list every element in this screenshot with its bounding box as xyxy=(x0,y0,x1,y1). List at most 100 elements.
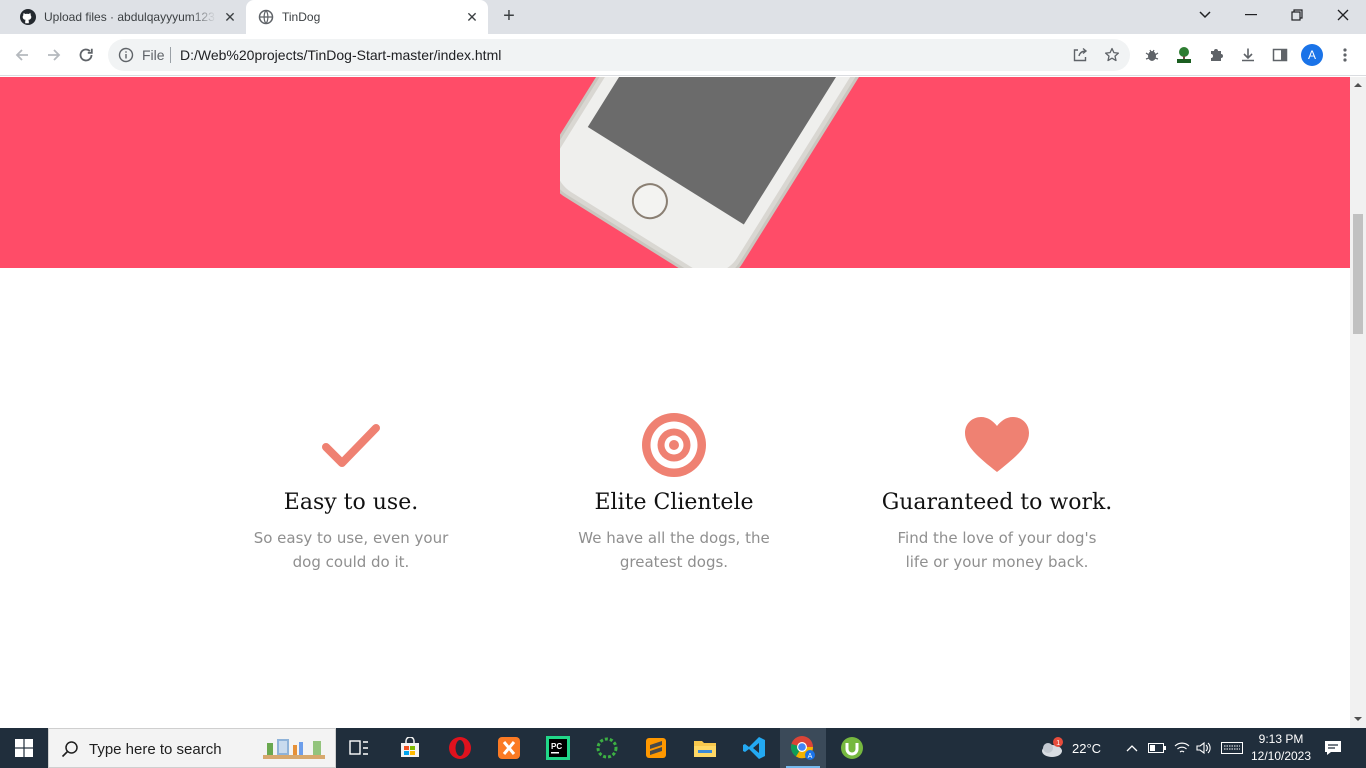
feature-description: Find the love of your dog's life or your… xyxy=(897,529,1097,572)
divider xyxy=(170,47,171,63)
utorrent-app[interactable] xyxy=(829,728,875,768)
reload-icon xyxy=(79,48,93,62)
share-icon[interactable] xyxy=(1072,47,1088,63)
download-icon[interactable] xyxy=(1238,45,1258,65)
svg-text:A: A xyxy=(808,753,813,760)
wifi-icon xyxy=(1174,742,1190,753)
taskbar: Type here to search PC A 1 22°C 9:13 PM … xyxy=(0,728,1366,768)
close-tab-icon[interactable]: ✕ xyxy=(464,9,480,25)
reload-button[interactable] xyxy=(74,43,98,67)
bug-extension-icon[interactable] xyxy=(1142,45,1162,65)
keyboard-icon xyxy=(1221,742,1243,754)
bookmark-star-icon[interactable] xyxy=(1104,47,1120,63)
speaker-icon xyxy=(1196,741,1211,755)
tab-title: TinDog xyxy=(282,10,321,24)
feature-easy-to-use: Easy to use. So easy to use, even your d… xyxy=(221,410,481,574)
search-icon xyxy=(61,741,78,758)
pycharm-icon: PC xyxy=(546,736,570,760)
menu-kebab-icon[interactable] xyxy=(1335,45,1355,65)
svg-text:PC: PC xyxy=(551,742,562,751)
utorrent-icon xyxy=(841,737,863,759)
search-highlight-illustration xyxy=(263,739,325,759)
url-text[interactable]: D:/Web%20projects/TinDog-Start-master/in… xyxy=(180,47,501,63)
vscode-icon xyxy=(743,737,765,759)
notification-icon xyxy=(1325,741,1341,755)
check-icon xyxy=(221,410,481,480)
volume-indicator[interactable] xyxy=(1196,728,1212,768)
task-view-icon xyxy=(349,740,368,755)
tab-tindog[interactable]: TinDog ✕ xyxy=(246,0,488,34)
side-panel-icon[interactable] xyxy=(1270,45,1290,65)
feature-title: Guaranteed to work. xyxy=(881,490,1113,515)
scroll-down-icon[interactable] xyxy=(1354,715,1362,723)
forward-button[interactable] xyxy=(42,43,66,67)
minimize-button[interactable] xyxy=(1228,0,1274,30)
feature-description: So easy to use, even your dog could do i… xyxy=(253,529,449,572)
address-bar[interactable]: File D:/Web%20projects/TinDog-Start-mast… xyxy=(108,39,1130,71)
back-button[interactable] xyxy=(10,43,34,67)
hero-section xyxy=(0,77,1350,268)
new-tab-button[interactable]: + xyxy=(498,6,520,28)
file-explorer-app[interactable] xyxy=(682,728,728,768)
weather-temp: 22°C xyxy=(1072,740,1102,756)
weather-widget[interactable]: 1 22°C xyxy=(1040,728,1101,768)
opera-app[interactable] xyxy=(437,728,483,768)
chrome-icon: A xyxy=(790,736,815,760)
heart-icon xyxy=(867,410,1127,480)
scroll-up-icon[interactable] xyxy=(1354,81,1362,89)
close-window-button[interactable] xyxy=(1320,0,1366,30)
taskbar-search[interactable]: Type here to search xyxy=(48,728,336,768)
store-bag-icon xyxy=(401,737,419,757)
restore-button[interactable] xyxy=(1274,0,1320,30)
github-icon xyxy=(20,9,36,25)
sublime-icon xyxy=(646,738,666,758)
chevron-down-icon xyxy=(1199,11,1211,19)
tab-github-upload[interactable]: Upload files · abdulqayyyum123 ✕ xyxy=(8,0,246,34)
notifications-button[interactable] xyxy=(1324,728,1342,768)
close-tab-icon[interactable]: ✕ xyxy=(222,9,238,25)
html-tree-extension-icon[interactable] xyxy=(1174,45,1194,65)
tab-search-button[interactable] xyxy=(1182,0,1228,30)
loader-app[interactable] xyxy=(584,728,630,768)
network-indicator[interactable] xyxy=(1174,728,1190,768)
clock-time: 9:13 PM xyxy=(1258,732,1304,746)
task-view-button[interactable] xyxy=(336,728,382,768)
arrow-right-icon xyxy=(48,49,61,61)
page-viewport: Easy to use. So easy to use, even your d… xyxy=(0,77,1350,728)
start-button[interactable] xyxy=(0,728,48,768)
xampp-icon xyxy=(498,737,520,759)
profile-avatar[interactable]: A xyxy=(1301,44,1323,66)
xampp-app[interactable] xyxy=(486,728,532,768)
chevron-up-icon xyxy=(1126,745,1138,752)
weather-cloud-icon: 1 xyxy=(1042,737,1063,757)
sublime-text-app[interactable] xyxy=(633,728,679,768)
microsoft-store-app[interactable] xyxy=(387,728,433,768)
opera-icon xyxy=(449,737,471,759)
vscode-app[interactable] xyxy=(731,728,777,768)
extensions-puzzle-icon[interactable] xyxy=(1206,45,1226,65)
taskbar-clock[interactable]: 9:13 PM 12/10/2023 xyxy=(1248,731,1314,765)
chrome-app[interactable]: A xyxy=(780,728,826,768)
folder-icon xyxy=(694,741,716,757)
bullseye-icon xyxy=(544,410,804,480)
feature-guaranteed: Guaranteed to work. Find the love of you… xyxy=(867,410,1127,574)
feature-description: We have all the dogs, the greatest dogs. xyxy=(578,529,770,572)
search-placeholder: Type here to search xyxy=(89,741,222,758)
restore-icon xyxy=(1291,9,1303,21)
page-scrollbar[interactable] xyxy=(1350,77,1366,728)
weather-badge: 1 xyxy=(1056,740,1060,747)
windows-logo-icon xyxy=(15,739,33,757)
close-icon xyxy=(1337,9,1349,21)
feature-title: Elite Clientele xyxy=(594,490,754,515)
minimize-icon xyxy=(1245,14,1257,16)
phone-image xyxy=(560,77,920,268)
clock-date: 12/10/2023 xyxy=(1250,749,1312,763)
scrollbar-thumb[interactable] xyxy=(1353,214,1363,334)
show-hidden-icons[interactable] xyxy=(1126,728,1138,768)
green-ring-icon xyxy=(596,737,618,759)
info-icon[interactable] xyxy=(118,47,134,63)
feature-title: Easy to use. xyxy=(283,490,419,515)
input-indicator[interactable] xyxy=(1221,728,1243,768)
battery-indicator[interactable] xyxy=(1148,728,1166,768)
pycharm-app[interactable]: PC xyxy=(535,728,581,768)
